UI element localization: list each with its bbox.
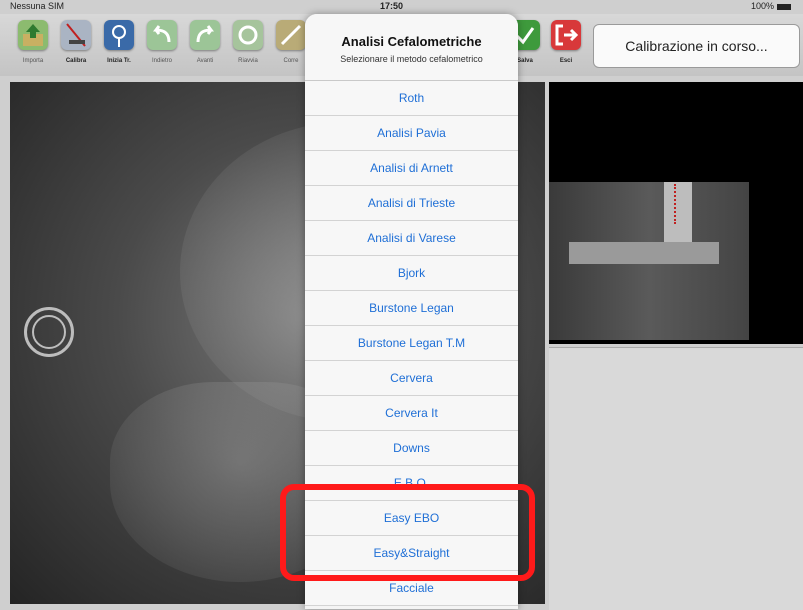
option-bjork[interactable]: Bjork [305,256,518,291]
option-easy-straight[interactable]: Easy&Straight [305,536,518,571]
undo-label: Indietro [151,58,172,64]
option-analisi-di-varese[interactable]: Analisi di Varese [305,221,518,256]
restart-button[interactable]: Riavvia [229,20,267,74]
calibration-ruler [674,184,680,224]
battery-indicator: 100% [751,1,791,11]
sheet-title: Analisi Cefalometriche [341,34,482,49]
exit-label: Esci [559,58,573,64]
import-label: Importa [22,58,44,64]
exit-icon [551,20,581,50]
sheet-subtitle: Selezionare il metodo cefalometrico [340,54,483,64]
option-cervera-it[interactable]: Cervera It [305,396,518,431]
redo-label: Avanti [196,58,214,64]
carrier-label: Nessuna SIM [10,1,65,11]
ear-rod-bar [569,242,719,264]
sheet-header: Analisi Cefalometriche Selezionare il me… [305,14,518,81]
battery-percent: 100% [750,1,774,11]
option-analisi-pavia[interactable]: Analisi Pavia [305,116,518,151]
option-facciale[interactable]: Facciale [305,571,518,606]
calibrate-button[interactable]: Calibra [57,20,95,74]
restart-label: Riavvia [238,58,258,64]
option-roth[interactable]: Roth [305,81,518,116]
calibrate-label: Calibra [65,58,87,64]
option-analisi-di-trieste[interactable]: Analisi di Trieste [305,186,518,221]
correct-icon [276,20,306,50]
secondary-panel [549,347,803,610]
battery-icon [777,3,791,10]
start-tracing-icon [104,20,134,50]
exit-button[interactable]: Esci [547,20,585,74]
option-cervera[interactable]: Cervera [305,361,518,396]
option-downs[interactable]: Downs [305,431,518,466]
calibrate-ruler-icon [61,20,91,50]
redo-arrow-icon [190,20,220,50]
import-icon [18,20,48,50]
undo-button[interactable]: Indietro [143,20,181,74]
restart-icon [233,20,263,50]
calibration-status: Calibrazione in corso... [593,24,800,68]
zoom-preview-image [549,182,749,340]
clock: 17:50 [380,1,404,11]
start-tracing-button[interactable]: Inizia Tr. [100,20,138,74]
redo-button[interactable]: Avanti [186,20,224,74]
option-burstone-legan[interactable]: Burstone Legan [305,291,518,326]
option-ebo[interactable]: E.B.O. [305,466,518,501]
status-bar: Nessuna SIM 17:50 100% [0,0,803,14]
import-button[interactable]: Importa [14,20,52,74]
undo-arrow-icon [147,20,177,50]
analysis-picker-sheet: Analisi Cefalometriche Selezionare il me… [305,14,518,609]
start-tracing-label: Inizia Tr. [107,58,131,64]
option-burstone-legan-tm[interactable]: Burstone Legan T.M [305,326,518,361]
earring-ring-inner [32,315,66,349]
option-easy-ebo[interactable]: Easy EBO [305,501,518,536]
zoom-preview-panel [549,82,803,344]
option-analisi-di-arnett[interactable]: Analisi di Arnett [305,151,518,186]
